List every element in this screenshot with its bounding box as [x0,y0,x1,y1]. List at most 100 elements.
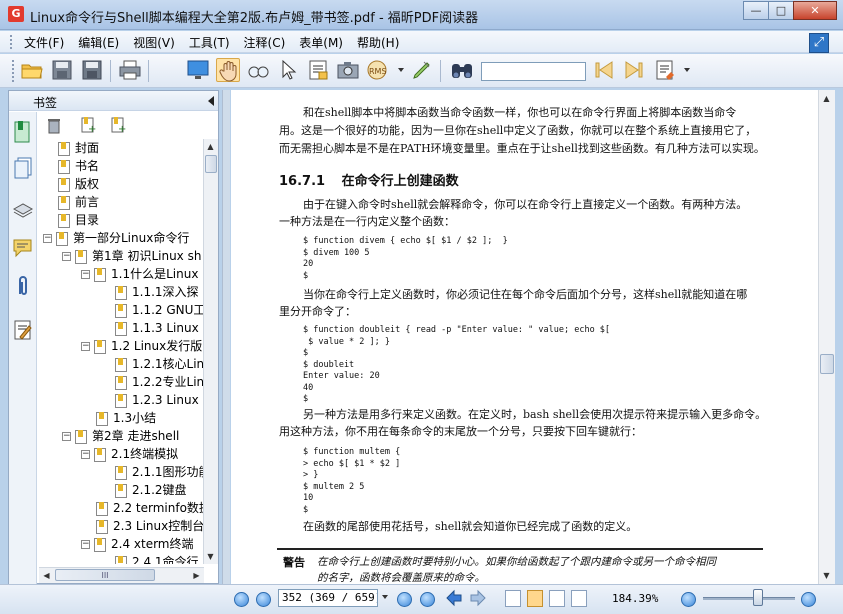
bookmark-item[interactable]: − 2.4 xterm终端 [81,535,194,553]
bookmark-item[interactable]: − 第一部分Linux命令行 [43,229,189,247]
bookmark-tree-hscroll-thumb[interactable]: III [55,569,155,581]
zoom-slider-track[interactable] [703,597,795,600]
document-view[interactable]: 和在shell脚本中将脚本函数当命令函数一样，你也可以在命令行界面上将脚本函数当… [231,90,835,584]
page-number-field[interactable]: 352 (369 / 659) [278,589,378,607]
rms-dropdown-arrow[interactable] [398,68,404,72]
snapshot-camera-icon[interactable] [336,58,360,82]
bookmark-item[interactable]: 2.3 Linux控制台 [81,517,204,535]
go-forward-arrow-icon[interactable] [468,588,488,608]
bookmark-item[interactable]: − 第1章 初识Linux sh [62,247,201,265]
first-page-icon[interactable] [234,592,249,607]
page-dropdown-arrow[interactable] [382,595,388,599]
fullscreen-monitor-icon[interactable] [186,58,210,82]
bookmark-item[interactable]: 1.2.2专业Lin [100,373,204,391]
pen-tool-icon[interactable] [410,58,434,82]
add-bookmark-icon[interactable]: + [79,116,97,135]
document-vertical-scrollbar[interactable]: ▲ ▼ [818,90,835,584]
panel-splitter[interactable] [222,90,230,584]
pages-tab-icon[interactable] [12,156,34,180]
expand-icon[interactable]: ⤢ [809,33,829,53]
layers-tab-icon[interactable] [12,196,34,220]
previous-page-icon[interactable] [256,592,271,607]
text-select-icon[interactable] [306,58,330,82]
bookmark-item[interactable]: 前言 [43,193,99,211]
attachments-paperclip-icon[interactable] [12,274,34,298]
delete-bookmark-trash-icon[interactable] [45,116,63,134]
close-button[interactable]: ✕ [793,1,837,20]
bookmark-item[interactable]: 1.1.3 Linux [100,319,199,337]
bookmark-item[interactable]: 封面 [43,139,99,157]
bookmark-tree-scroll-thumb[interactable] [205,155,217,173]
last-page-icon[interactable] [420,592,435,607]
bookmark-item[interactable]: 1.1.2 GNU工 [100,301,204,319]
menu-view[interactable]: 视图(V) [133,34,175,51]
bookmark-item[interactable]: − 第2章 走进shell [62,427,179,445]
bookmark-item[interactable]: 版权 [43,175,99,193]
bookmark-item[interactable]: − 2.1终端模拟 [81,445,178,463]
bookmark-item[interactable]: 1.3小结 [81,409,156,427]
collapse-toggle-icon[interactable]: − [81,270,90,279]
signatures-tab-icon[interactable] [12,318,34,342]
zoom-in-icon[interactable] [801,592,816,607]
next-page-icon[interactable] [397,592,412,607]
select-arrow-icon[interactable] [276,58,300,82]
bookmark-item[interactable]: 1.2.3 Linux [100,391,199,409]
bookmark-item[interactable]: − 1.2 Linux发行版 [81,337,202,355]
menu-forms[interactable]: 表单(M) [299,34,343,51]
scroll-right-arrow-icon[interactable]: ▶ [190,569,203,582]
bookmark-item[interactable]: 书名 [43,157,99,175]
menu-comments[interactable]: 注释(C) [244,34,286,51]
collapse-toggle-icon[interactable]: − [62,252,71,261]
bookmark-tree-horizontal-scrollbar[interactable]: ◀ III ▶ [39,567,204,583]
bookmark-item[interactable]: 2.4.1命令行 [100,553,199,564]
hand-tool-icon[interactable] [216,58,240,82]
form-options-dropdown-arrow[interactable] [684,68,690,72]
maximize-button[interactable]: □ [768,1,794,20]
bookmark-item[interactable]: 1.1.1深入探 [100,283,199,301]
collapse-panel-arrow-icon[interactable] [208,96,214,106]
single-page-view-icon[interactable] [505,590,521,607]
print-icon[interactable] [118,58,142,82]
facing-view-icon[interactable] [549,590,565,607]
bookmark-item[interactable]: 目录 [43,211,99,229]
collapse-toggle-icon[interactable]: − [81,540,90,549]
open-folder-icon[interactable] [20,58,44,82]
bookmark-item[interactable]: 2.2 terminfo数据 [81,499,204,517]
comments-tab-icon[interactable] [12,236,34,260]
bookmark-tree-vertical-scrollbar[interactable]: ▲ ▼ [203,139,218,564]
zoom-slider-thumb[interactable] [753,589,764,606]
search-input[interactable] [481,62,586,81]
document-scroll-thumb[interactable] [820,354,834,374]
rms-icon[interactable]: RMS [366,58,390,82]
save-icon[interactable] [50,58,74,82]
bookmark-item[interactable]: 1.2.1核心Lin [100,355,204,373]
minimize-button[interactable]: — [743,1,769,20]
doc-scroll-down-arrow-icon[interactable]: ▼ [820,569,833,582]
go-back-arrow-icon[interactable] [444,588,464,608]
scroll-down-arrow-icon[interactable]: ▼ [204,550,217,563]
continuous-view-icon[interactable] [527,590,543,607]
scroll-up-arrow-icon[interactable]: ▲ [204,140,217,153]
bookmark-item[interactable]: 2.1.1图形功能 [100,463,204,481]
zoom-glasses-icon[interactable] [246,58,270,82]
zoom-out-icon[interactable] [681,592,696,607]
continuous-facing-view-icon[interactable] [571,590,587,607]
add-child-bookmark-icon[interactable]: + [109,116,127,135]
save-as-icon[interactable] [80,58,104,82]
menu-file[interactable]: 文件(F) [24,34,64,51]
menu-help[interactable]: 帮助(H) [357,34,399,51]
scroll-left-arrow-icon[interactable]: ◀ [40,569,53,582]
doc-scroll-up-arrow-icon[interactable]: ▲ [820,92,833,105]
bookmark-item[interactable]: − 1.1什么是Linux [81,265,198,283]
collapse-toggle-icon[interactable]: − [81,450,90,459]
collapse-toggle-icon[interactable]: − [62,432,71,441]
binoculars-find-icon[interactable] [450,58,474,82]
bookmark-item[interactable]: 2.1.2键盘 [100,481,187,499]
collapse-toggle-icon[interactable]: − [43,234,52,243]
bookmarks-tab-icon[interactable] [12,120,34,144]
form-options-icon[interactable] [654,58,678,82]
menu-tools[interactable]: 工具(T) [189,34,230,51]
menu-edit[interactable]: 编辑(E) [78,34,119,51]
find-previous-icon[interactable] [592,58,616,82]
collapse-toggle-icon[interactable]: − [81,342,90,351]
